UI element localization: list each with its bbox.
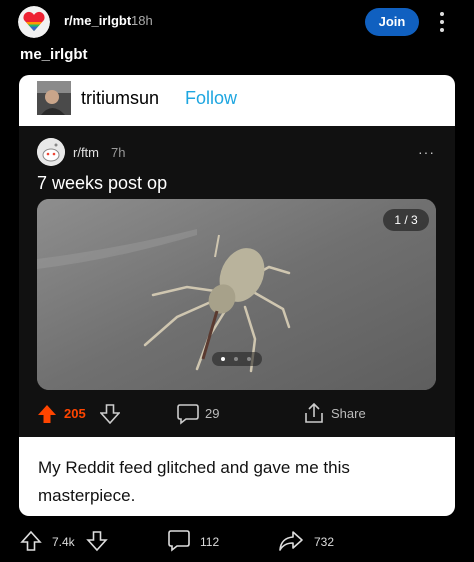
share-icon bbox=[305, 402, 323, 423]
downvote-icon[interactable] bbox=[86, 530, 108, 552]
embedded-more-icon: ··· bbox=[418, 144, 435, 160]
tumblr-username: tritiumsun bbox=[81, 88, 160, 108]
ftm-avatar bbox=[37, 138, 65, 166]
embedded-action-bar: 205 29 Share bbox=[37, 402, 437, 426]
share-count[interactable]: 732 bbox=[314, 535, 334, 549]
join-button[interactable]: Join bbox=[365, 8, 419, 36]
comment-count[interactable]: 112 bbox=[200, 535, 219, 549]
embedded-upvote-count: 205 bbox=[64, 406, 86, 421]
weevil-photo: 1 / 3 bbox=[37, 199, 436, 390]
embedded-age: 7h bbox=[111, 145, 126, 160]
downvote-icon bbox=[100, 404, 120, 424]
snoo-icon bbox=[37, 138, 65, 166]
user-photo-icon bbox=[37, 81, 71, 115]
post-age: 18h bbox=[131, 13, 153, 28]
embedded-share-label: Share bbox=[331, 406, 366, 421]
share-icon[interactable] bbox=[278, 529, 304, 553]
post-header: r/me_irlgbt 18h Join bbox=[0, 0, 474, 44]
comment-icon bbox=[177, 404, 199, 425]
post-image[interactable]: tritiumsun Follow r/ftm 7h ··· 7 weeks p… bbox=[19, 75, 455, 516]
embedded-reddit-post: r/ftm 7h ··· 7 weeks post op 1 / 3 205 2… bbox=[19, 126, 455, 437]
carousel-dots bbox=[212, 352, 262, 366]
comment-icon[interactable] bbox=[167, 529, 191, 553]
embedded-subreddit: r/ftm bbox=[73, 145, 99, 160]
post-title: me_irlgbt bbox=[20, 46, 88, 63]
more-icon[interactable] bbox=[438, 10, 446, 34]
post-action-bar: 7.4k 112 732 bbox=[0, 524, 474, 562]
upvote-count: 7.4k bbox=[52, 535, 75, 549]
follow-button: Follow bbox=[185, 88, 238, 108]
subreddit-avatar[interactable] bbox=[18, 6, 50, 38]
upvote-icon[interactable] bbox=[20, 530, 42, 552]
upvote-icon bbox=[38, 405, 56, 423]
rainbow-heart-icon bbox=[18, 6, 50, 38]
tumblr-caption: My Reddit feed glitched and gave me this… bbox=[38, 458, 350, 505]
image-counter: 1 / 3 bbox=[383, 209, 429, 231]
embedded-title: 7 weeks post op bbox=[37, 173, 168, 193]
tumblr-avatar bbox=[37, 81, 71, 115]
embedded-comment-count: 29 bbox=[205, 406, 220, 421]
subreddit-name[interactable]: r/me_irlgbt bbox=[64, 13, 131, 28]
